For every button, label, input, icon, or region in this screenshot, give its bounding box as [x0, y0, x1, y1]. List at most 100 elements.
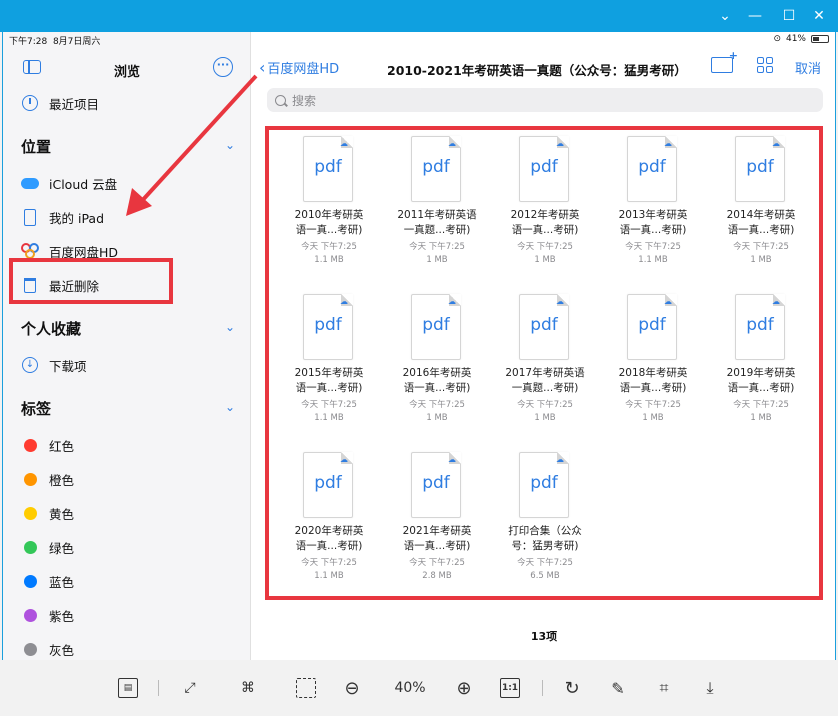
file-type-label: pdf: [314, 315, 342, 335]
file-name-line: 语一真...考研): [295, 382, 363, 394]
tag-color-dot-icon: [21, 572, 39, 590]
navigation-bar: ‹百度网盘HD 2010-2021年考研英语一真题（公众号：猛男考研） 取消: [251, 49, 835, 82]
file-type-label: pdf: [530, 315, 558, 335]
file-name-line: 语一真...考研): [295, 540, 363, 552]
tag-color-dot-icon: [21, 606, 39, 624]
chevron-down-icon[interactable]: ⌄: [225, 400, 235, 414]
file-size: 1 MB: [642, 413, 664, 423]
fit-width-icon[interactable]: ⤢: [178, 676, 202, 700]
section-title: 个人收藏: [21, 320, 82, 338]
cloud-download-icon: ☁: [340, 297, 348, 306]
cloud-download-icon: ☁: [772, 297, 780, 306]
file-item[interactable]: ☁ pdf 打印合集（公众 号：猛男考研) 今天 下午7:25 6.5 MB: [495, 452, 595, 602]
file-name: 2013年考研英 语一真...考研): [603, 208, 703, 238]
chevron-left-icon: ‹: [259, 58, 266, 77]
new-folder-icon[interactable]: [711, 49, 738, 73]
file-item[interactable]: ☁ pdf 2012年考研英 语一真...考研) 今天 下午7:25 1 MB: [495, 136, 595, 286]
file-item[interactable]: ☁ pdf 2018年考研英 语一真...考研) 今天 下午7:25 1 MB: [603, 294, 703, 444]
file-name-line: 语一真...考研): [295, 224, 363, 236]
cloud-download-icon: ☁: [556, 455, 564, 464]
file-name: 2015年考研英 语一真...考研): [279, 366, 379, 396]
sidebar-item-tag[interactable]: 黄色: [21, 500, 241, 526]
sidebar-item-tag[interactable]: 蓝色: [21, 568, 241, 594]
sidebar-item-my-ipad[interactable]: 我的 iPad: [21, 204, 241, 230]
file-name-line: 2017年考研英语: [505, 367, 585, 379]
sidebar-item-icloud[interactable]: iCloud 云盘: [21, 170, 241, 196]
pdf-file-icon: ☁ pdf: [735, 136, 785, 202]
sidebar-item-recents[interactable]: 最近项目: [21, 90, 241, 116]
file-type-label: pdf: [530, 157, 558, 177]
file-item[interactable]: ☁ pdf 2017年考研英语 一真题...考研) 今天 下午7:25 1 MB: [495, 294, 595, 444]
zoom-in-icon[interactable]: ⊕: [452, 676, 476, 700]
section-favorites[interactable]: 个人收藏 ⌄: [21, 318, 241, 339]
fit-screen-icon[interactable]: [294, 676, 318, 700]
edit-icon[interactable]: ✎: [606, 676, 630, 700]
chevron-down-icon[interactable]: ⌄: [225, 320, 235, 334]
file-item[interactable]: ☁ pdf 2021年考研英 语一真...考研) 今天 下午7:25 2.8 MB: [387, 452, 487, 602]
sidebar-item-label: 蓝色: [49, 574, 75, 590]
file-name-line: 语一真...考研): [511, 224, 579, 236]
minimize-button[interactable]: —: [744, 6, 766, 26]
sidebar-item-tag[interactable]: 橙色: [21, 466, 241, 492]
grid-view-icon[interactable]: [757, 57, 773, 73]
file-item[interactable]: ☁ pdf 2014年考研英 语一真...考研) 今天 下午7:25 1 MB: [711, 136, 811, 286]
search-input[interactable]: 搜索: [267, 88, 823, 112]
translate-icon[interactable]: ⌘: [236, 676, 260, 700]
file-type-label: pdf: [638, 315, 666, 335]
minimize-to-tray-icon[interactable]: ⌄: [714, 6, 736, 26]
file-size: 1.1 MB: [314, 571, 344, 581]
section-tags[interactable]: 标签 ⌄: [21, 398, 241, 419]
close-button[interactable]: ✕: [808, 6, 830, 26]
cloud-download-icon: ☁: [340, 139, 348, 148]
file-size: 6.5 MB: [530, 571, 560, 581]
file-date: 今天 下午7:25: [409, 242, 465, 252]
back-button[interactable]: ‹ 百度网盘HD: [259, 58, 339, 77]
toolbar-divider: [542, 680, 543, 696]
file-item[interactable]: ☁ pdf 2016年考研英 语一真...考研) 今天 下午7:25 1 MB: [387, 294, 487, 444]
viewer-toolbar: ▤ ⤢ ⌘ ⊖ 40% ⊕ 1:1 ↻ ✎ ⌗ ⤓: [0, 660, 838, 716]
file-name-line: 2014年考研英: [726, 209, 796, 221]
tag-color-dot-icon: [21, 504, 39, 522]
sidebar-item-tag[interactable]: 红色: [21, 432, 241, 458]
pdf-file-icon: ☁ pdf: [411, 136, 461, 202]
pdf-file-icon: ☁ pdf: [519, 294, 569, 360]
rotate-icon[interactable]: ↻: [560, 676, 584, 700]
sidebar-header: 浏览 ···: [3, 56, 251, 82]
pdf-file-icon: ☁ pdf: [519, 452, 569, 518]
file-item[interactable]: ☁ pdf 2010年考研英 语一真...考研) 今天 下午7:25 1.1 MB: [279, 136, 379, 286]
file-size: 1.1 MB: [314, 413, 344, 423]
sidebar-item-tag[interactable]: 绿色: [21, 534, 241, 560]
file-item[interactable]: ☁ pdf 2011年考研英语 一真题...考研) 今天 下午7:25 1 MB: [387, 136, 487, 286]
pdf-file-icon: ☁ pdf: [627, 136, 677, 202]
section-locations[interactable]: 位置 ⌄: [21, 136, 241, 157]
file-name-line: 2010年考研英: [294, 209, 364, 221]
chevron-down-icon[interactable]: ⌄: [225, 138, 235, 152]
actual-size-button[interactable]: 1:1: [498, 676, 522, 700]
sidebar-item-label: 下载项: [49, 358, 87, 374]
cloud-download-icon: ☁: [448, 297, 456, 306]
sidebar-item-tag[interactable]: 灰色: [21, 636, 241, 660]
sidebar-item-tag[interactable]: 紫色: [21, 602, 241, 628]
download-save-icon[interactable]: ⤓: [698, 676, 722, 700]
sidebar-item-label: 最近项目: [49, 96, 100, 112]
file-item[interactable]: ☁ pdf 2019年考研英 语一真...考研) 今天 下午7:25 1 MB: [711, 294, 811, 444]
file-date: 今天 下午7:25: [517, 400, 573, 410]
file-item[interactable]: ☁ pdf 2020年考研英 语一真...考研) 今天 下午7:25 1.1 MB: [279, 452, 379, 602]
cancel-button[interactable]: 取消: [795, 58, 821, 77]
file-item[interactable]: ☁ pdf 2015年考研英 语一真...考研) 今天 下午7:25 1.1 MB: [279, 294, 379, 444]
file-name-line: 一真题...考研): [511, 382, 579, 394]
layout-icon[interactable]: ▤: [116, 676, 140, 700]
zoom-out-icon[interactable]: ⊖: [340, 676, 364, 700]
cloud-download-icon: ☁: [448, 455, 456, 464]
more-options-icon[interactable]: ···: [213, 57, 233, 77]
file-size: 1.1 MB: [314, 255, 344, 265]
file-browser: ⊙ 41% ‹ 百度网盘HD 2010-2021年考研英语一真题（公众号：猛男考研…: [251, 32, 835, 660]
file-name-line: 号：猛男考研): [511, 540, 579, 552]
file-item[interactable]: ☁ pdf 2013年考研英 语一真...考研) 今天 下午7:25 1.1 MB: [603, 136, 703, 286]
maximize-button[interactable]: ☐: [778, 6, 800, 26]
cloud-download-icon: ☁: [556, 139, 564, 148]
clock-icon: [21, 94, 39, 112]
sidebar-item-downloads[interactable]: ↓ 下载项: [21, 352, 241, 378]
crop-icon[interactable]: ⌗: [652, 676, 676, 700]
file-name-line: 2020年考研英: [294, 525, 364, 537]
